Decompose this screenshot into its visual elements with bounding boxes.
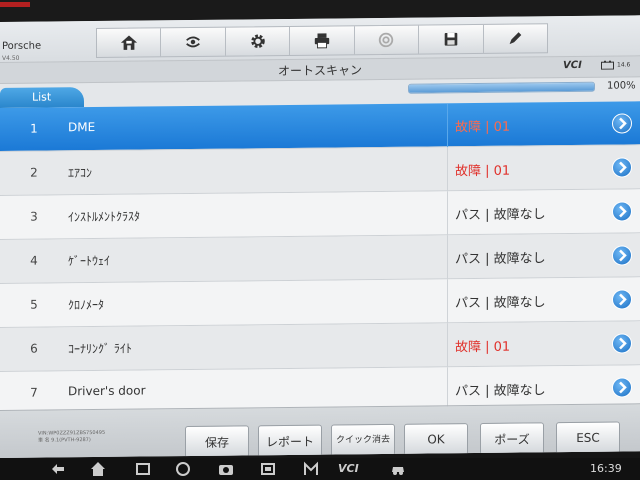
status-led bbox=[0, 2, 30, 7]
toolbar-strip bbox=[96, 23, 548, 58]
scan-progress-label: 100% bbox=[607, 80, 636, 92]
battery-icon bbox=[601, 60, 614, 70]
android-nav-bar: VCI 16:39 bbox=[0, 458, 640, 480]
recent-apps-icon[interactable] bbox=[135, 461, 151, 477]
save-button[interactable] bbox=[419, 24, 484, 54]
scan-progress-bar bbox=[408, 81, 595, 94]
clock: 16:39 bbox=[590, 462, 622, 475]
toolbar: Porsche V4.50 bbox=[0, 15, 640, 62]
help-button[interactable] bbox=[354, 25, 420, 55]
module-number: 2 bbox=[30, 165, 38, 180]
home-nav-icon[interactable] bbox=[90, 461, 106, 477]
remote-icon[interactable] bbox=[260, 461, 276, 477]
module-name: ｺｰﾅﾘﾝｸﾞ ﾗｲﾄ bbox=[68, 341, 132, 357]
column-divider bbox=[447, 191, 448, 236]
module-status: パス | 故障なし bbox=[455, 251, 546, 268]
report-button[interactable]: レポート bbox=[258, 424, 322, 458]
esc-button[interactable]: ESC bbox=[556, 421, 620, 455]
ok-button[interactable]: OK bbox=[404, 423, 468, 456]
module-row[interactable]: 2 ｴｱｺﾝ 故障 | 01 bbox=[0, 145, 640, 196]
column-divider bbox=[447, 147, 448, 192]
printer-icon bbox=[314, 33, 330, 49]
module-detail-button[interactable] bbox=[612, 333, 632, 354]
module-name: ｴｱｺﾝ bbox=[68, 166, 93, 181]
module-row[interactable]: 3 ｲﾝｽﾄﾙﾒﾝﾄｸﾗｽﾀ パス | 故障なし bbox=[0, 189, 640, 240]
pause-button[interactable]: ポーズ bbox=[480, 422, 544, 455]
vehicle-info: Porsche V4.50 bbox=[2, 40, 42, 64]
module-detail-button[interactable] bbox=[612, 289, 632, 310]
module-row[interactable]: 5 ｸﾛﾉﾒｰﾀ パス | 故障なし bbox=[0, 277, 640, 328]
module-name: ｹﾞｰﾄｳｪｲ bbox=[68, 253, 111, 269]
module-number: 1 bbox=[30, 121, 38, 136]
column-divider bbox=[447, 279, 448, 324]
module-detail-button[interactable] bbox=[612, 201, 632, 222]
module-list: 1 DME 故障 | 01 2 ｴｱｺﾝ 故障 | 01 3 ｲﾝｽﾄﾙﾒﾝﾄｸﾗｽﾀ パス |… bbox=[0, 101, 640, 416]
camera-icon[interactable] bbox=[218, 461, 234, 477]
vci-status-logo: VCI bbox=[563, 59, 582, 72]
quick-erase-button[interactable]: クイック消去 bbox=[331, 423, 395, 457]
chevron-right-icon bbox=[619, 337, 627, 350]
save-icon bbox=[444, 32, 458, 46]
module-detail-button[interactable] bbox=[612, 245, 632, 266]
module-status: 故障 | 01 bbox=[455, 339, 511, 356]
module-number: 3 bbox=[30, 209, 38, 224]
maxifix-icon[interactable] bbox=[303, 461, 319, 477]
chevron-right-icon bbox=[619, 161, 627, 174]
module-status: パス | 故障なし bbox=[455, 295, 546, 312]
module-name: DME bbox=[68, 120, 96, 135]
module-detail-button[interactable] bbox=[612, 157, 632, 178]
settings-button[interactable] bbox=[225, 26, 291, 56]
module-status: パス | 故障なし bbox=[455, 383, 546, 400]
module-status: パス | 故障なし bbox=[455, 207, 546, 224]
home-button[interactable] bbox=[97, 28, 162, 57]
module-name: ｲﾝｽﾄﾙﾒﾝﾄｸﾗｽﾀ bbox=[68, 209, 141, 225]
module-row[interactable]: 4 ｹﾞｰﾄｳｪｲ パス | 故障なし bbox=[0, 233, 640, 284]
module-number: 6 bbox=[30, 341, 38, 356]
back-icon[interactable] bbox=[50, 461, 66, 477]
chevron-right-icon bbox=[619, 293, 627, 306]
chevron-right-icon bbox=[619, 117, 627, 130]
vci-nav-icon[interactable]: VCI bbox=[338, 462, 359, 475]
help-icon bbox=[379, 32, 394, 48]
module-name: Driver's door bbox=[68, 383, 146, 399]
column-divider bbox=[447, 235, 448, 280]
car-icon[interactable] bbox=[390, 461, 406, 477]
vin-info: VIN:WP0ZZZ91ZBS750495 車 名 9.1(PVTH-9287) bbox=[38, 430, 105, 445]
chevron-right-icon bbox=[619, 205, 627, 218]
column-divider bbox=[447, 103, 448, 148]
vehicle-swap-button[interactable] bbox=[161, 27, 226, 57]
module-name: ｸﾛﾉﾒｰﾀ bbox=[68, 297, 105, 313]
pen-icon bbox=[509, 32, 522, 45]
save-report-button[interactable]: 保存 bbox=[185, 425, 249, 458]
vehicle-make: Porsche bbox=[2, 40, 42, 52]
tab-list[interactable]: List bbox=[0, 87, 84, 108]
module-row[interactable]: 6 ｺｰﾅﾘﾝｸﾞ ﾗｲﾄ 故障 | 01 bbox=[0, 321, 640, 372]
battery-voltage: 14.6 bbox=[617, 61, 631, 69]
print-button[interactable] bbox=[290, 26, 355, 55]
scan-progress-fill bbox=[409, 82, 594, 93]
module-number: 7 bbox=[30, 385, 38, 400]
browser-icon[interactable] bbox=[175, 461, 191, 477]
gear-icon bbox=[250, 34, 265, 49]
module-row[interactable]: 1 DME 故障 | 01 bbox=[0, 101, 640, 152]
bottom-bar: VIN:WP0ZZZ91ZBS750495 車 名 9.1(PVTH-9287)… bbox=[0, 403, 640, 458]
chevron-right-icon bbox=[619, 381, 627, 394]
home-icon bbox=[120, 35, 137, 50]
vehicle-line: 車 名 9.1(PVTH-9287) bbox=[38, 437, 91, 444]
module-number: 4 bbox=[30, 253, 38, 268]
edit-button[interactable] bbox=[484, 24, 547, 53]
module-detail-button[interactable] bbox=[612, 113, 632, 134]
vehicle-swap-icon bbox=[186, 36, 201, 48]
module-status: 故障 | 01 bbox=[455, 119, 511, 136]
module-status: 故障 | 01 bbox=[455, 163, 511, 180]
app-screen: Porsche V4.50 オートスキャン VCI 14.6 List 100%… bbox=[0, 15, 640, 458]
module-number: 5 bbox=[30, 297, 38, 312]
module-detail-button[interactable] bbox=[612, 377, 632, 398]
chevron-right-icon bbox=[619, 249, 627, 262]
column-divider bbox=[447, 323, 448, 368]
